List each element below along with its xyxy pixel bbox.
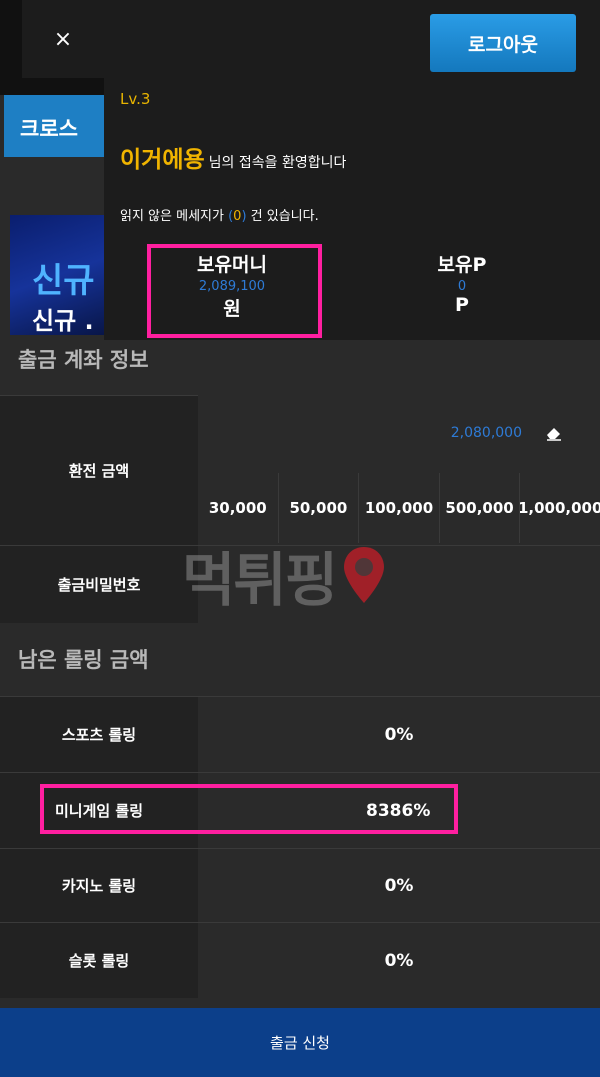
unread-suffix: 건 있습니다. bbox=[250, 209, 319, 224]
rolling-value: 0% bbox=[384, 724, 414, 745]
quick-amount-button[interactable]: 1,000,000 bbox=[519, 473, 600, 543]
point-unit: P bbox=[455, 294, 469, 316]
point-label: 보유P bbox=[437, 254, 487, 276]
watermark-text: 먹튀핑 bbox=[182, 546, 338, 614]
point-balance: 보유P 0 P bbox=[382, 250, 542, 316]
account-section-title: 출금 계좌 정보 bbox=[18, 348, 149, 372]
eraser-icon[interactable] bbox=[544, 423, 564, 443]
amount-value: 2,080,000 bbox=[450, 425, 522, 441]
rolling-value: 0% bbox=[384, 950, 414, 971]
quick-amount-button[interactable]: 500,000 bbox=[438, 473, 520, 543]
unread-messages[interactable]: 읽지 않은 메세지가 (0) 건 있습니다. bbox=[120, 205, 319, 224]
banner-text-1: 신규 bbox=[32, 261, 95, 301]
tab-cross[interactable]: 크로스 bbox=[4, 95, 108, 157]
minigame-highlight-box bbox=[40, 784, 458, 834]
rolling-label: 슬롯 롤링 bbox=[0, 923, 198, 998]
amount-input[interactable]: 2,080,000 bbox=[198, 395, 600, 473]
banner-text-2: 신규 . bbox=[32, 307, 94, 335]
password-label: 출금비밀번호 bbox=[0, 546, 198, 623]
money-highlight-box bbox=[147, 244, 322, 338]
rolling-label: 카지노 롤링 bbox=[0, 849, 198, 922]
user-level: Lv.3 bbox=[120, 90, 151, 108]
quick-amount-button[interactable]: 100,000 bbox=[358, 473, 439, 543]
rolling-row-slot: 슬롯 롤링 0% bbox=[0, 922, 600, 998]
promo-banner[interactable]: 신규 신규 . bbox=[10, 215, 108, 335]
nickname: 이거에용 bbox=[120, 147, 205, 173]
rolling-label: 스포츠 롤링 bbox=[0, 697, 198, 772]
map-pin-icon bbox=[344, 547, 385, 603]
close-icon: × bbox=[53, 26, 73, 52]
welcome-suffix: 님의 접속을 환영합니다 bbox=[208, 155, 347, 171]
logout-button[interactable]: 로그아웃 bbox=[430, 14, 576, 72]
point-value: 0 bbox=[457, 279, 467, 294]
unread-prefix: 읽지 않은 메세지가 bbox=[120, 209, 224, 224]
close-button[interactable]: × bbox=[22, 0, 104, 78]
amount-label: 환전 금액 bbox=[0, 396, 198, 545]
rolling-row-casino: 카지노 롤링 0% bbox=[0, 848, 600, 922]
withdraw-submit-button[interactable]: 출금 신청 bbox=[0, 1008, 600, 1077]
rolling-row-sports: 스포츠 롤링 0% bbox=[0, 696, 600, 772]
unread-close: ) bbox=[241, 209, 247, 224]
rolling-value: 0% bbox=[384, 875, 414, 896]
welcome-message: 이거에용 님의 접속을 환영합니다 bbox=[120, 140, 346, 174]
watermark: 먹튀핑 bbox=[182, 540, 388, 614]
rolling-section-title: 남은 롤링 금액 bbox=[18, 648, 149, 672]
